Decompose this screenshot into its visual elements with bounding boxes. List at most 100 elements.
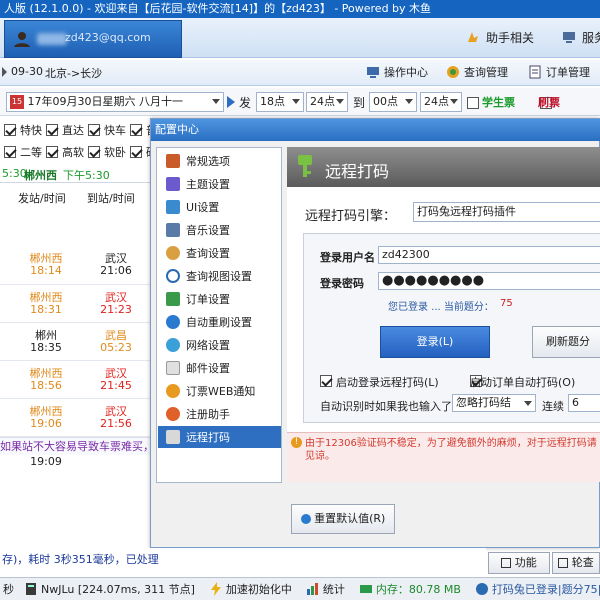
nav-label: 查询设置 [186, 247, 230, 260]
nav-item-music[interactable]: 音乐设置 [158, 219, 281, 241]
service-button[interactable]: 服务 [562, 27, 600, 47]
nav-item-register[interactable]: 注册助手 [158, 403, 281, 425]
nav-item-web-notify[interactable]: 订票WEB通知 [158, 380, 281, 402]
consecutive-spinner[interactable]: 6 [568, 394, 600, 412]
nav-item-theme[interactable]: 主题设置 [158, 173, 281, 195]
station-tab[interactable]: 郴州西 [24, 167, 57, 183]
password-value: ●●●●●●●●● [382, 273, 485, 288]
monitor-icon [563, 32, 575, 43]
table-row[interactable]: 郴州 18:35 武昌 05:23 [0, 322, 150, 360]
nav-item-order[interactable]: 订单设置 [158, 288, 281, 310]
filter-label: 快车 [104, 124, 126, 137]
function-label: 功能 [514, 556, 537, 569]
user-avatar-icon [14, 32, 30, 47]
captcha-status[interactable]: 打码兔已登录|题分75|可用9次 [472, 581, 600, 597]
arrive-time: 21:56 [100, 417, 132, 430]
arrive-time: 21:23 [100, 303, 132, 316]
arrive-from-select[interactable]: 00点 [369, 92, 417, 112]
nav-item-remote-captcha[interactable]: 远程打码 [158, 426, 281, 448]
login-captcha-checkbox[interactable] [320, 375, 332, 387]
check-button[interactable]: 轮查 [552, 552, 600, 574]
chevron-down-icon [336, 99, 344, 104]
refresh-score-button[interactable]: 刷新题分 [532, 326, 600, 358]
monitor-icon [367, 67, 379, 78]
nav-item-general[interactable]: 常规选项 [158, 150, 281, 172]
status-message: 存)，耗时 3秒351毫秒，已处理 [0, 548, 486, 572]
filter-checkbox[interactable] [88, 124, 100, 136]
password-label: 登录密码 [320, 277, 364, 290]
password-input[interactable]: ●●●●●●●●● [378, 272, 600, 290]
refresh-icon [166, 315, 180, 329]
stats-icon [306, 583, 318, 595]
col-depart-header: 发站/时间 [18, 192, 66, 205]
time-tab[interactable]: 下午5:30 [63, 167, 110, 183]
arrive-label: 到 [353, 96, 366, 110]
accel-status[interactable]: 加速初始化中 [206, 581, 295, 597]
filter-checkbox[interactable] [4, 124, 16, 136]
check-label: 轮查 [571, 556, 594, 569]
stats-text: 统计 [322, 583, 345, 596]
engine-label: 远程打码引擎： [305, 209, 397, 224]
filter-checkbox[interactable] [4, 146, 16, 158]
nav-label: 查询视图设置 [186, 270, 252, 283]
captcha-text: 打码兔已登录|题分75|可用9次 [491, 583, 600, 596]
function-button[interactable]: 功能 [488, 552, 550, 574]
table-row[interactable]: 郴州西 18:14 武汉 21:06 [0, 246, 150, 284]
panel-body: 远程打码引擎： 打码兔远程打码插件 登录用户名 zd42300 登录密码 ●●●… [287, 187, 600, 463]
globe-icon [166, 338, 180, 352]
query-settings-icon [166, 246, 180, 260]
stats-button[interactable]: 统计 [303, 581, 348, 597]
filter-checkbox[interactable] [88, 146, 100, 158]
table-row[interactable]: 郴州西 18:31 武汉 21:23 [0, 284, 150, 322]
depart-from-select[interactable]: 18点 [256, 92, 304, 112]
seat-type-filters: 二等 高软 软卧 硬 [0, 142, 160, 162]
query-mgmt-button[interactable]: 查询管理 [446, 63, 508, 81]
filter-label: 高软 [62, 146, 84, 159]
filter-label: 直达 [62, 124, 84, 137]
nav-item-query-view[interactable]: 查询视图设置 [158, 265, 281, 287]
student-checkbox[interactable] [467, 97, 479, 109]
nav-label: UI设置 [186, 201, 220, 214]
opt-order-label: 启动订单自动打码(O) [470, 376, 576, 389]
col-arrive-header: 到站/时间 [87, 192, 135, 205]
memory-status: 内存：80.78 MB [356, 581, 464, 597]
login-button[interactable]: 登录(L) [380, 326, 490, 358]
nav-label: 订单设置 [186, 293, 230, 306]
ops-center-label: 操作中心 [384, 66, 428, 79]
notify-icon [166, 384, 180, 398]
help-label: 助手相关 [486, 30, 535, 45]
chevron-down-icon [292, 99, 300, 104]
depart-to-select[interactable]: 24点 [306, 92, 348, 112]
table-row[interactable]: 郴州西 18:56 武汉 21:45 [0, 360, 150, 398]
user-tab[interactable]: zd423@qq.com [4, 20, 182, 58]
filter-checkbox[interactable] [130, 124, 142, 136]
key-icon [298, 155, 312, 177]
filter-checkbox[interactable] [130, 146, 142, 158]
nav-item-ui[interactable]: UI设置 [158, 196, 281, 218]
service-label: 服务 [582, 30, 600, 45]
order-mgmt-button[interactable]: 订单管理 [528, 63, 590, 81]
filter-checkbox[interactable] [46, 146, 58, 158]
memory-icon [359, 585, 372, 593]
nav-item-query[interactable]: 查询设置 [158, 242, 281, 264]
nav-item-auto-refresh[interactable]: 自动重刷设置 [158, 311, 281, 333]
reset-default-button[interactable]: 重置默认值(R) [291, 504, 395, 534]
username-input[interactable]: zd42300 [378, 246, 600, 264]
filter-label: 软卧 [104, 146, 126, 159]
table-row[interactable]: 郴州西 19:06 武汉 21:56 [0, 398, 150, 436]
filter-checkbox[interactable] [46, 124, 58, 136]
prefix-tab[interactable]: 5:30 [2, 167, 27, 180]
username-value: zd42300 [382, 248, 430, 261]
help-button[interactable]: 助手相关 [466, 27, 534, 47]
nav-item-mail[interactable]: 邮件设置 [158, 357, 281, 379]
nav-item-network[interactable]: 网络设置 [158, 334, 281, 356]
auto-option-select[interactable]: 忽略打码结 [452, 394, 536, 412]
server-status[interactable]: NwJLu [224.07ms, 311 节点] [21, 581, 198, 597]
engine-select[interactable]: 打码兔远程打码插件 [413, 202, 600, 222]
accel-text: 加速初始化中 [225, 583, 292, 596]
calendar-icon: 15 [10, 95, 24, 109]
ops-center-button[interactable]: 操作中心 [366, 63, 428, 81]
magnifier-icon [166, 269, 180, 283]
arrive-to-select[interactable]: 24点 [420, 92, 462, 112]
date-select[interactable]: 15 17年09月30日星期六 八月十一 [6, 92, 224, 112]
